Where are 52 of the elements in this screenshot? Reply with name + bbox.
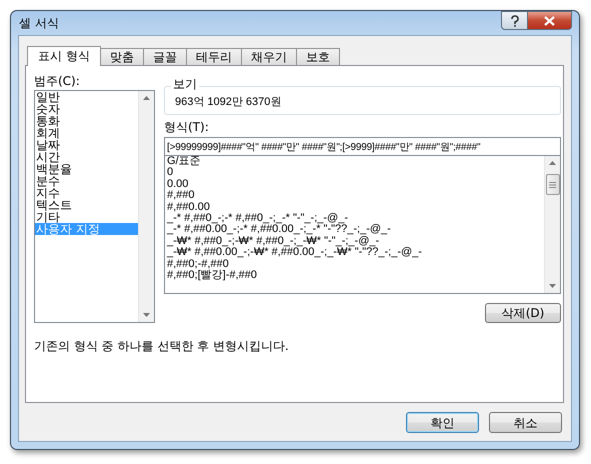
up-arrow-icon [549, 161, 556, 165]
tab[interactable]: 테두리 [186, 48, 242, 65]
category-list[interactable]: 일반 숫자 통화 회계 날짜 시간 백분율 분수 지수 텍스트 기타 사용자 지정 [34, 90, 155, 323]
up-arrow-icon [143, 96, 150, 100]
close-button[interactable] [528, 11, 572, 30]
format-item[interactable]: 0 [165, 167, 544, 179]
format-item[interactable]: #,##0 [165, 190, 544, 202]
down-arrow-icon [549, 284, 556, 288]
category-item[interactable]: 지수 [35, 187, 138, 199]
window-title: 셀 서식 [18, 14, 59, 32]
format-item[interactable]: #,##0;-#,##0 [165, 258, 544, 270]
scroll-thumb[interactable] [546, 174, 560, 195]
down-arrow-icon [143, 313, 150, 317]
tab[interactable]: 표시 형식 [27, 46, 101, 66]
category-item[interactable]: 일반 [35, 91, 138, 103]
scrollbar[interactable] [138, 91, 154, 322]
format-list[interactable] [164, 156, 561, 294]
format-item[interactable]: _-* #,##0.00_-;-* #,##0.00_-;_-* "-"??_-;_-@_- [165, 224, 544, 236]
help-button[interactable] [501, 11, 528, 30]
tab[interactable]: 맞춤 [100, 48, 144, 65]
category-item[interactable]: 숫자 [35, 103, 138, 115]
category-item[interactable]: 기타 [35, 211, 138, 223]
scrollbar[interactable] [544, 156, 560, 293]
sample-label: 보기 [171, 77, 199, 91]
category-item[interactable]: 백분율 [35, 163, 138, 175]
sample-value: 963억 1092만 6370원 [175, 95, 282, 109]
format-item[interactable]: G/표준 [165, 156, 544, 168]
format-item[interactable]: _-₩* #,##0.00_-;-₩* #,##0.00_-;_-₩* "-"??_-;_-@_- [165, 247, 544, 259]
format-item[interactable]: _-₩* #,##0_-;-₩* #,##0_-;_-₩* "-"_-;_-@_- [165, 236, 544, 248]
category-label: 범주(C): [34, 74, 81, 89]
tab[interactable]: 보호 [296, 48, 340, 65]
category-item[interactable]: 시간 [35, 151, 138, 163]
ok-button[interactable]: 확인 [406, 412, 479, 433]
category-item[interactable]: 회계 [35, 127, 138, 139]
description-text: 기존의 형식 중 하나를 선택한 후 변형시킵니다. [34, 338, 290, 355]
category-item[interactable]: 텍스트 [35, 199, 138, 211]
category-item[interactable]: 분수 [35, 175, 138, 187]
grip-icon [549, 182, 556, 188]
delete-button[interactable]: 삭제(D) [485, 303, 561, 323]
format-item[interactable]: #,##0;[빨강]-#,##0 [165, 270, 544, 282]
tab[interactable]: 글꼴 [142, 48, 187, 65]
format-label: 형식(T): [164, 120, 210, 135]
question-mark-icon [510, 14, 520, 26]
tab[interactable]: 채우기 [240, 48, 297, 65]
format-item[interactable]: #,##0.00 [165, 202, 544, 214]
category-item[interactable]: 통화 [35, 115, 138, 127]
close-icon [544, 16, 555, 26]
cancel-button[interactable]: 취소 [489, 412, 562, 433]
category-item[interactable]: 날짜 [35, 139, 138, 151]
format-item[interactable]: 0.00 [165, 178, 544, 190]
format-input-field[interactable]: [>99999999]####"억" ####"만" ####"원";[>9999]####"만" ####"원";####" [164, 137, 561, 156]
format-item[interactable]: _-* #,##0_-;-* #,##0_-;_-* "-"_-;_-@_- [165, 213, 544, 224]
